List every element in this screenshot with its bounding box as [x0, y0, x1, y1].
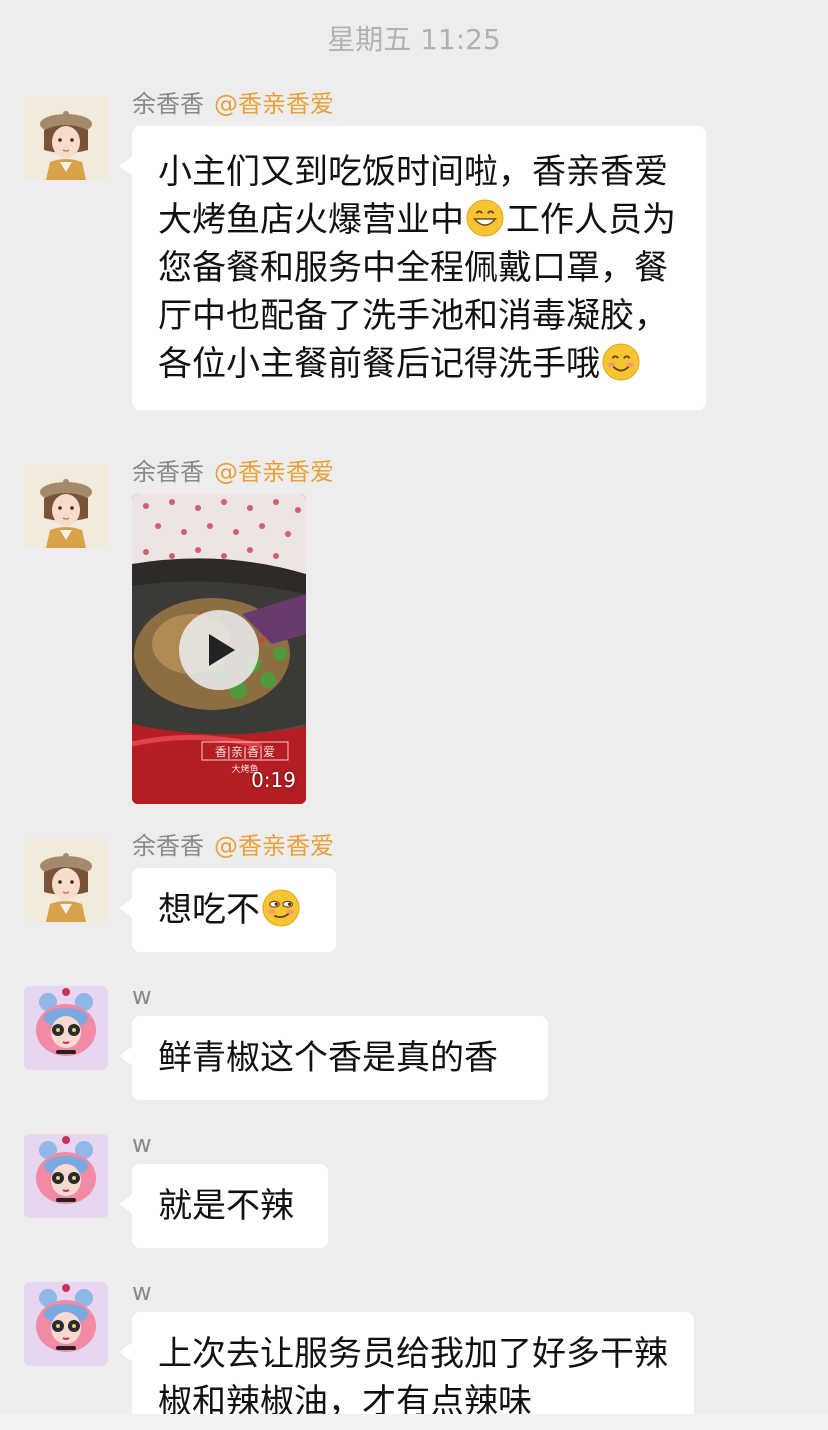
- sender-line: w: [132, 1128, 152, 1160]
- video-duration: 0:19: [251, 768, 296, 792]
- sender-name[interactable]: 余香香: [132, 458, 204, 486]
- sender-tag[interactable]: @香亲香爱: [214, 832, 334, 860]
- sender-tag[interactable]: @香亲香爱: [214, 90, 334, 118]
- message-bubble[interactable]: 鲜青椒这个香是真的香: [119, 1016, 548, 1100]
- message-bubble[interactable]: 就是不辣: [119, 1164, 328, 1248]
- sender-name[interactable]: 余香香: [132, 832, 204, 860]
- avatar[interactable]: [24, 838, 108, 922]
- video-message[interactable]: 香|亲|香|爱 大烤鱼 0:19: [132, 494, 306, 804]
- message-text: 鲜青椒这个香是真的香: [158, 1038, 498, 1078]
- avatar[interactable]: [24, 986, 108, 1070]
- play-icon: [209, 634, 235, 666]
- chat-screen: 星期五 11:25 余香香 @香亲香爱 小主们又到吃饭时间啦，香亲香爱大烤鱼店火爆…: [0, 0, 828, 1430]
- sender-line: 余香香 @香亲香爱: [132, 88, 334, 120]
- grin-emoji: [466, 199, 504, 237]
- sender-line: 余香香 @香亲香爱: [132, 456, 334, 488]
- sender-line: w: [132, 980, 152, 1012]
- avatar[interactable]: [24, 1134, 108, 1218]
- avatar[interactable]: [24, 1282, 108, 1366]
- chat-timestamp: 星期五 11:25: [327, 23, 501, 56]
- sender-name[interactable]: 余香香: [132, 90, 204, 118]
- avatar[interactable]: [24, 464, 108, 548]
- sender-name[interactable]: w: [132, 1278, 152, 1306]
- message-text: 上次去让服务员给我加了好多干辣椒和辣椒油，才有点辣味: [158, 1334, 668, 1422]
- sender-line: w: [132, 1276, 152, 1308]
- sender-line: 余香香 @香亲香爱: [132, 830, 334, 862]
- sender-tag[interactable]: @香亲香爱: [214, 458, 334, 486]
- message-bubble[interactable]: 上次去让服务员给我加了好多干辣椒和辣椒油，才有点辣味: [119, 1312, 694, 1430]
- sender-name[interactable]: w: [132, 982, 152, 1010]
- message-text: 想吃不: [158, 890, 260, 930]
- message-text: 就是不辣: [158, 1186, 294, 1226]
- avatar[interactable]: [24, 96, 108, 180]
- message-bubble[interactable]: 小主们又到吃饭时间啦，香亲香爱大烤鱼店火爆营业中 工作人员为您备餐和服务中全程佩戴…: [119, 126, 706, 410]
- sender-name[interactable]: w: [132, 1130, 152, 1158]
- video-brand-label: 香|亲|香|爱: [215, 745, 275, 759]
- play-button[interactable]: [179, 610, 259, 690]
- smile-emoji: [602, 343, 640, 381]
- message-bubble[interactable]: 想吃不: [119, 868, 336, 952]
- smirk-emoji: [262, 889, 300, 927]
- bottom-edge: [0, 1414, 828, 1430]
